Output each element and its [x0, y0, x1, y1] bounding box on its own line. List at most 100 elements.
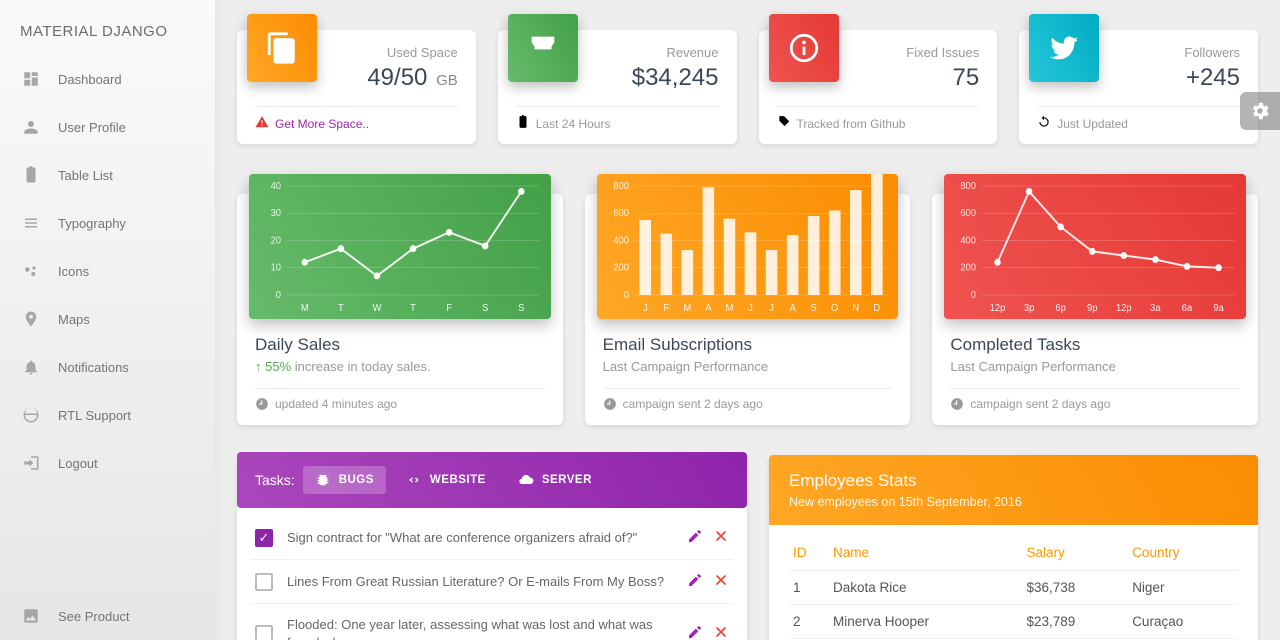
task-list: ✓ Sign contract for "What are conference… [237, 508, 747, 640]
task-checkbox[interactable] [255, 625, 273, 640]
logout-icon [22, 454, 40, 472]
svg-text:J: J [769, 303, 774, 314]
sidebar-item-label: Typography [58, 216, 126, 231]
svg-text:W: W [372, 303, 382, 314]
sidebar-item-label: User Profile [58, 120, 126, 135]
clock-icon [255, 397, 269, 411]
sidebar-item-table-list[interactable]: Table List [0, 151, 215, 199]
chart-card-completed-tasks: 020040060080012p3p6p9p12p3a6a9a Complete… [932, 194, 1258, 425]
svg-text:N: N [852, 303, 859, 314]
svg-text:400: 400 [613, 235, 629, 246]
task-delete-button[interactable] [713, 528, 729, 547]
settings-gear-button[interactable] [1240, 92, 1280, 130]
svg-text:S: S [518, 303, 525, 314]
task-edit-button[interactable] [687, 624, 703, 640]
cloud-icon [518, 472, 534, 488]
sidebar-item-maps[interactable]: Maps [0, 295, 215, 343]
email-subs-chart: 0200400600800JFMAMJJASOND [597, 174, 899, 319]
stat-footer: Get More Space.. [255, 106, 458, 132]
svg-text:J: J [643, 303, 648, 314]
task-edit-button[interactable] [687, 528, 703, 547]
svg-text:T: T [338, 303, 344, 314]
chart-subtitle: Last Campaign Performance [950, 359, 1240, 374]
chart-card-email-subs: 0200400600800JFMAMJJASOND Email Subscrip… [585, 194, 911, 425]
th-name: Name [829, 535, 1023, 571]
sidebar-item-dashboard[interactable]: Dashboard [0, 55, 215, 103]
sidebar-item-label: Notifications [58, 360, 129, 375]
clock-icon [950, 397, 964, 411]
employees-card: Employees Stats New employees on 15th Se… [769, 455, 1258, 640]
clipboard-icon [22, 166, 40, 184]
svg-text:D: D [873, 303, 880, 314]
sidebar-item-logout[interactable]: Logout [0, 439, 215, 487]
image-icon [22, 607, 40, 625]
task-edit-button[interactable] [687, 572, 703, 591]
task-checkbox[interactable] [255, 573, 273, 591]
employees-subtitle: New employees on 15th September, 2016 [789, 495, 1238, 509]
svg-text:12p: 12p [1116, 303, 1132, 314]
copy-icon [247, 14, 317, 82]
svg-text:12p: 12p [990, 303, 1006, 314]
stat-footer: Just Updated [1037, 106, 1240, 132]
chart-card-daily-sales: 010203040MTWTFSS Daily Sales ↑ 55% incre… [237, 194, 563, 425]
table-row: 1Dakota Rice$36,738Niger [789, 571, 1238, 605]
sidebar-item-label: Table List [58, 168, 113, 183]
chart-footer: campaign sent 2 days ago [603, 388, 893, 411]
stat-card-revenue: Revenue$34,245 Last 24 Hours [498, 30, 737, 144]
stat-card-used-space: Used Space49/50 GB Get More Space.. [237, 30, 476, 144]
stat-footer: Tracked from Github [777, 106, 980, 132]
svg-text:J: J [748, 303, 753, 314]
sidebar-item-label: Dashboard [58, 72, 122, 87]
svg-text:F: F [446, 303, 452, 314]
pin-icon [22, 310, 40, 328]
task-delete-button[interactable] [713, 624, 729, 640]
code-icon [406, 472, 422, 488]
stat-card-fixed-issues: Fixed Issues75 Tracked from Github [759, 30, 998, 144]
sidebar-item-see-product[interactable]: See Product [0, 592, 215, 640]
employees-title: Employees Stats [789, 471, 1238, 491]
tasks-card: Tasks: BUGS WEBSITE SERVER ✓ Sign contra… [237, 455, 747, 640]
svg-text:O: O [831, 303, 839, 314]
chart-subtitle: ↑ 55% increase in today sales. [255, 359, 545, 374]
task-checkbox[interactable]: ✓ [255, 529, 273, 547]
bell-icon [22, 358, 40, 376]
employees-header: Employees Stats New employees on 15th Se… [769, 455, 1258, 525]
svg-text:30: 30 [271, 208, 282, 219]
person-icon [22, 118, 40, 136]
store-icon [508, 14, 578, 82]
sidebar-item-notifications[interactable]: Notifications [0, 343, 215, 391]
library-icon [22, 214, 40, 232]
brand-title: MATERIAL DJANGO [0, 15, 215, 55]
twitter-icon [1029, 14, 1099, 82]
sidebar-item-icons[interactable]: Icons [0, 247, 215, 295]
tasks-label: Tasks: [255, 472, 295, 488]
task-tab-bugs[interactable]: BUGS [303, 466, 386, 494]
main-content: Used Space49/50 GB Get More Space.. Reve… [215, 0, 1280, 640]
svg-text:40: 40 [271, 181, 282, 192]
sidebar-item-label: See Product [58, 609, 130, 624]
chart-footer: updated 4 minutes ago [255, 388, 545, 411]
svg-text:F: F [663, 303, 669, 314]
svg-text:200: 200 [961, 263, 977, 274]
svg-text:400: 400 [961, 235, 977, 246]
calendar-icon [516, 115, 530, 132]
task-tab-server[interactable]: SERVER [506, 466, 604, 494]
chart-subtitle: Last Campaign Performance [603, 359, 893, 374]
get-more-space-link[interactable]: Get More Space.. [275, 117, 369, 131]
chart-title: Daily Sales [255, 335, 545, 355]
task-tab-website[interactable]: WEBSITE [394, 466, 498, 494]
svg-text:A: A [705, 303, 712, 314]
chart-title: Email Subscriptions [603, 335, 893, 355]
svg-text:M: M [725, 303, 733, 314]
sidebar-item-label: Logout [58, 456, 98, 471]
sidebar-item-rtl[interactable]: RTL Support [0, 391, 215, 439]
sidebar-item-label: RTL Support [58, 408, 131, 423]
bottom-row: Tasks: BUGS WEBSITE SERVER ✓ Sign contra… [237, 455, 1258, 640]
clock-icon [603, 397, 617, 411]
task-delete-button[interactable] [713, 572, 729, 591]
task-row: Lines From Great Russian Literature? Or … [251, 560, 733, 604]
chart-title: Completed Tasks [950, 335, 1240, 355]
sidebar-item-user-profile[interactable]: User Profile [0, 103, 215, 151]
sidebar-item-typography[interactable]: Typography [0, 199, 215, 247]
svg-text:T: T [410, 303, 416, 314]
